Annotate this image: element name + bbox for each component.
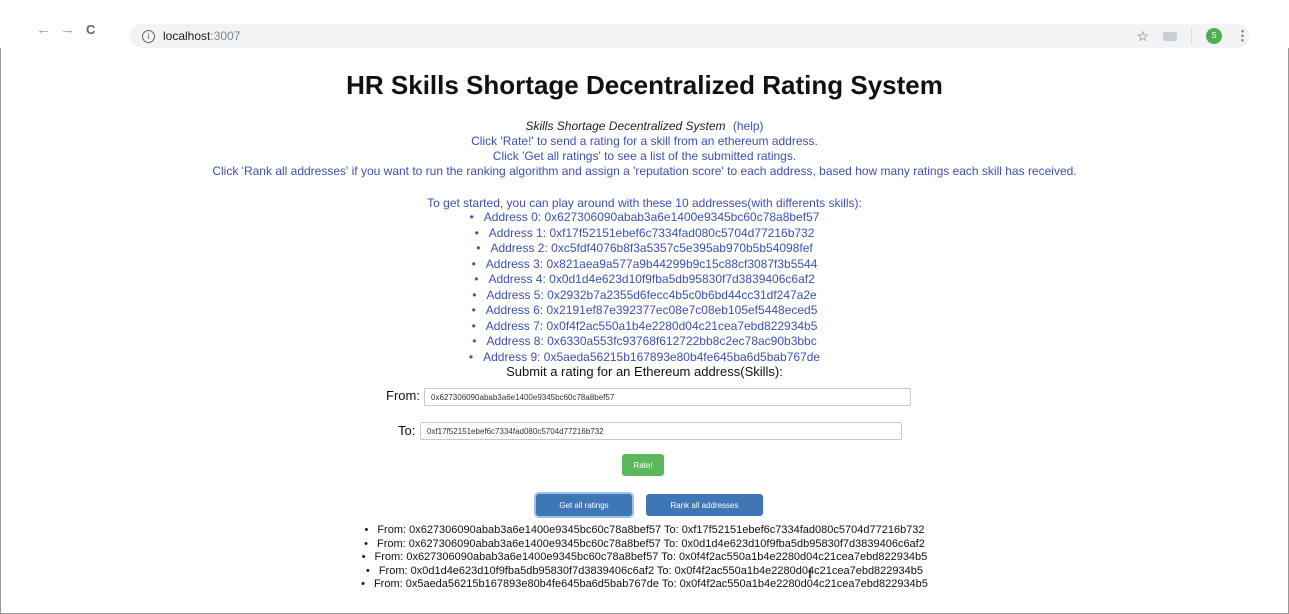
- list-item: From: 0x627306090abab3a6e1400e9345bc60c7…: [0, 538, 1289, 552]
- to-label: To:: [398, 423, 416, 438]
- reload-icon[interactable]: C: [86, 22, 95, 38]
- address-bar[interactable]: i localhost :3007: [130, 24, 1249, 48]
- get-all-ratings-button[interactable]: Get all ratings: [536, 494, 632, 516]
- extension-icon[interactable]: [1163, 31, 1177, 41]
- getting-started-text: To get started, you can play around with…: [427, 196, 862, 210]
- system-name: Skills Shortage Decentralized System: [525, 119, 726, 133]
- list-item: Address 0: 0x627306090abab3a6e1400e9345b…: [0, 210, 1289, 226]
- submit-rating-heading: Submit a rating for an Ethereum address(…: [506, 364, 783, 379]
- intro-line-rank: Click 'Rank all addresses' if you want t…: [212, 164, 1077, 178]
- url-host: localhost: [163, 29, 211, 43]
- list-item: Address 4: 0x0d1d4e623d10f9fba5db95830f7…: [0, 272, 1289, 288]
- list-item: Address 5: 0x2932b7a2355d6fecc4b5c0b6bd4…: [0, 288, 1289, 304]
- browser-actions: ☆ S ⋮: [1136, 24, 1249, 48]
- bookmark-star-icon[interactable]: ☆: [1136, 28, 1149, 45]
- intro-line-rate: Click 'Rate!' to send a rating for a ski…: [471, 134, 818, 148]
- rate-button[interactable]: Rate!: [622, 454, 664, 476]
- help-link[interactable]: (help): [733, 119, 764, 133]
- list-item: Address 2: 0xc5fdf4076b8f3a5357c5e395ab9…: [0, 241, 1289, 257]
- site-info-icon[interactable]: i: [142, 29, 155, 43]
- intro-block: Skills Shortage Decentralized System (he…: [0, 119, 1289, 179]
- from-address-input[interactable]: [424, 388, 911, 406]
- page-title: HR Skills Shortage Decentralized Rating …: [346, 70, 943, 100]
- url-port: :3007: [210, 29, 241, 43]
- list-item: Address 3: 0x821aea9a577a9b44299b9c15c88…: [0, 257, 1289, 273]
- address-list: Address 0: 0x627306090abab3a6e1400e9345b…: [0, 210, 1289, 365]
- intro-system-line: Skills Shortage Decentralized System (he…: [0, 119, 1289, 134]
- forward-icon[interactable]: →: [60, 22, 75, 38]
- from-label: From:: [386, 388, 420, 403]
- toolbar-divider: [1191, 28, 1192, 44]
- list-item: Address 7: 0x0f4f2ac550a1b4e2280d04c21ce…: [0, 319, 1289, 335]
- intro-line-get-all: Click 'Get all ratings' to see a list of…: [492, 149, 797, 163]
- list-item: From: 0x0d1d4e623d10f9fba5db95830f7d3839…: [0, 565, 1289, 579]
- list-item: Address 9: 0x5aeda56215b167893e80b4fe645…: [0, 350, 1289, 366]
- to-address-input[interactable]: [420, 422, 902, 440]
- list-item: From: 0x5aeda56215b167893e80b4fe645ba6d5…: [0, 578, 1289, 592]
- browser-menu-icon[interactable]: ⋮: [1236, 28, 1249, 44]
- browser-toolbar: ← → C i localhost :3007 ☆ S ⋮: [0, 0, 1289, 48]
- list-item: From: 0x627306090abab3a6e1400e9345bc60c7…: [0, 524, 1289, 538]
- profile-avatar-icon[interactable]: S: [1206, 28, 1222, 44]
- list-item: Address 8: 0x6330a553fc93768f612722bb8c2…: [0, 334, 1289, 350]
- rank-all-addresses-button[interactable]: Rank all addresses: [646, 494, 763, 516]
- text-cursor-icon: I: [808, 565, 812, 581]
- list-item: Address 6: 0x2191ef87e392377ec08e7c08eb1…: [0, 303, 1289, 319]
- back-icon[interactable]: ←: [36, 22, 51, 38]
- list-item: Address 1: 0xf17f52151ebef6c7334fad080c5…: [0, 226, 1289, 242]
- list-item: From: 0x627306090abab3a6e1400e9345bc60c7…: [0, 551, 1289, 565]
- ratings-list: From: 0x627306090abab3a6e1400e9345bc60c7…: [0, 524, 1289, 592]
